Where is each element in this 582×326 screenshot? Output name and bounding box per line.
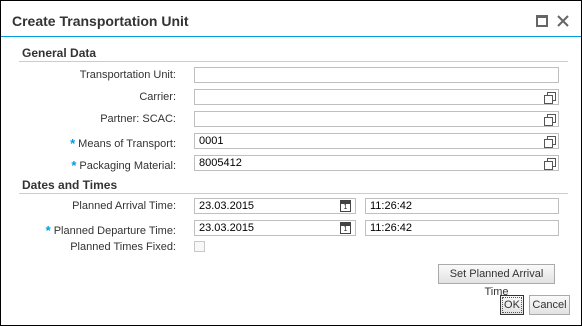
carrier-input[interactable] — [194, 89, 559, 105]
cancel-button[interactable]: Cancel — [529, 295, 570, 315]
close-icon[interactable] — [557, 15, 569, 27]
means-of-transport-value-help-icon[interactable] — [544, 136, 556, 148]
partner-scac-label: Partner: SCAC: — [100, 113, 176, 125]
section-divider — [19, 61, 568, 62]
packaging-material-label: * Packaging Material: — [71, 158, 176, 173]
set-planned-arrival-time-button[interactable]: Set Planned Arrival Time — [438, 264, 555, 298]
required-marker: * — [70, 136, 76, 151]
dialog-titlebar: Create Transportation Unit — [1, 1, 581, 35]
packaging-material-input[interactable] — [194, 155, 559, 171]
planned-times-fixed-label: Planned Times Fixed: — [70, 241, 176, 253]
ok-button[interactable]: OK — [500, 295, 524, 315]
dialog-title: Create Transportation Unit — [12, 13, 189, 29]
section-divider — [19, 193, 568, 194]
maximize-icon[interactable] — [536, 15, 548, 27]
planned-arrival-calendar-icon[interactable]: 1 — [340, 200, 351, 212]
carrier-value-help-icon[interactable] — [544, 92, 556, 104]
carrier-label: Carrier: — [139, 91, 176, 103]
means-of-transport-input[interactable] — [194, 133, 559, 149]
partner-scac-value-help-icon[interactable] — [544, 114, 556, 126]
planned-departure-date-input[interactable] — [194, 220, 356, 236]
planned-arrival-time-input[interactable] — [365, 198, 559, 214]
planned-departure-time-input[interactable] — [365, 220, 559, 236]
required-marker: * — [71, 158, 77, 173]
packaging-material-value-help-icon[interactable] — [544, 158, 556, 170]
planned-arrival-time-label: Planned Arrival Time: — [72, 200, 176, 212]
planned-times-fixed-checkbox[interactable] — [194, 241, 205, 252]
transportation-unit-label: Transportation Unit: — [79, 69, 176, 81]
partner-scac-input[interactable] — [194, 111, 559, 127]
planned-departure-time-label: * Planned Departure Time: — [45, 223, 176, 238]
section-title-general-data: General Data — [22, 46, 97, 60]
required-marker: * — [45, 223, 51, 238]
planned-departure-calendar-icon[interactable]: 1 — [340, 222, 351, 234]
planned-arrival-date-input[interactable] — [194, 198, 356, 214]
transportation-unit-input[interactable] — [194, 67, 559, 83]
section-title-dates-and-times: Dates and Times — [22, 178, 118, 192]
create-transportation-unit-dialog: Create Transportation Unit General Data … — [0, 0, 582, 326]
means-of-transport-label: * Means of Transport: — [70, 136, 176, 151]
title-divider — [1, 36, 581, 37]
